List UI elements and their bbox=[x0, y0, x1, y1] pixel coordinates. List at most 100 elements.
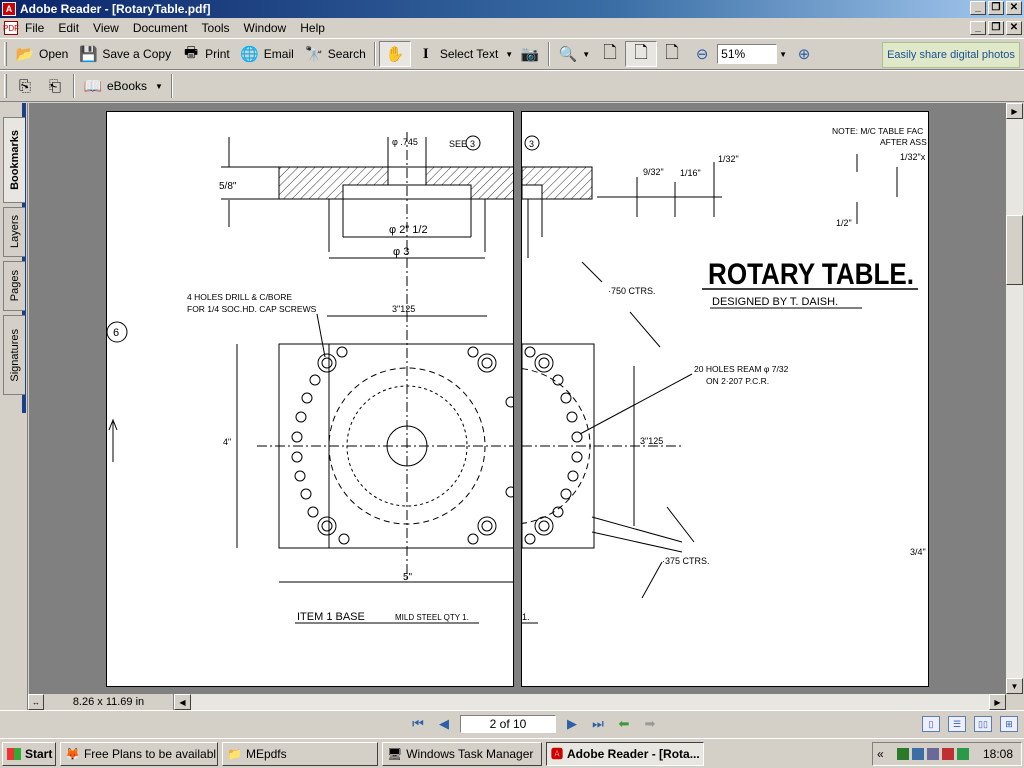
actual-size-button[interactable]: 🗋 bbox=[595, 41, 625, 67]
tab-signatures[interactable]: Signatures bbox=[3, 315, 25, 395]
fit-page-button[interactable]: 🗋 bbox=[625, 41, 658, 67]
taskbar-mepdfs[interactable]: 📁 MEpdfs bbox=[222, 741, 378, 766]
holes-ream-line1: 20 HOLES REAM φ 7/32 bbox=[694, 364, 789, 374]
menu-help[interactable]: Help bbox=[293, 21, 332, 35]
toolbar-grip[interactable] bbox=[4, 74, 7, 98]
clock: 18:08 bbox=[982, 747, 1013, 761]
minimize-button[interactable]: _ bbox=[970, 1, 986, 15]
go-back-icon[interactable]: ⬅ bbox=[614, 715, 634, 733]
doc-restore-button[interactable]: ❐ bbox=[988, 21, 1004, 35]
fit-width-button[interactable]: 🗋 bbox=[657, 41, 687, 67]
see-ref-number-2: 3 bbox=[529, 139, 534, 149]
zoom-level-input[interactable]: 51% bbox=[717, 44, 778, 64]
save-copy-button[interactable]: 💾 Save a Copy bbox=[73, 41, 176, 67]
taskbar-firefox[interactable]: 🦊 Free Plans to be availabl... bbox=[60, 741, 218, 766]
tray-network-icon[interactable] bbox=[912, 748, 925, 760]
rotate-right-button[interactable]: ⎗ bbox=[40, 73, 70, 99]
tray-volume-icon[interactable] bbox=[927, 748, 940, 760]
zoom-dropdown[interactable]: ▼ bbox=[777, 41, 789, 67]
firefox-icon: 🦊 bbox=[65, 746, 80, 761]
start-button[interactable]: Start bbox=[2, 741, 56, 766]
tray-app-icon[interactable] bbox=[897, 748, 910, 760]
tab-pages[interactable]: Pages bbox=[3, 261, 25, 311]
holes-ream-line2: ON 2·207 P.C.R. bbox=[706, 376, 769, 386]
split-handle[interactable]: ↔ bbox=[28, 694, 44, 710]
rotate-left-button[interactable]: ⎘ bbox=[10, 73, 40, 99]
zoom-in-button[interactable]: ⊕ bbox=[789, 41, 819, 67]
document-view[interactable]: φ .745 SEE 3 5/8" φ 2" 1/2 φ 3 4 HOLES D… bbox=[29, 103, 1006, 694]
tray-sync-icon[interactable] bbox=[957, 748, 970, 760]
tab-layers[interactable]: Layers bbox=[3, 207, 25, 257]
taskbar-task-manager[interactable]: 🖥 Windows Task Manager bbox=[382, 741, 542, 766]
facing-icon[interactable]: ▯▯ bbox=[974, 716, 992, 732]
previous-page-button[interactable]: ◀ bbox=[434, 715, 454, 733]
ad-banner[interactable]: Easily share digital photos bbox=[882, 42, 1020, 68]
menu-view[interactable]: View bbox=[86, 21, 126, 35]
first-page-button[interactable]: ⏮ bbox=[408, 715, 428, 733]
toolbar-separator bbox=[548, 42, 551, 66]
dim-1-16: 1/16" bbox=[680, 168, 701, 178]
nav-pane-expand-button[interactable]: ▶ bbox=[1006, 103, 1023, 119]
windows-logo-icon bbox=[7, 747, 21, 760]
plus-circle-icon: ⊕ bbox=[797, 46, 811, 63]
toolbar-grip[interactable] bbox=[4, 42, 7, 66]
scroll-right-button[interactable]: ▶ bbox=[989, 694, 1006, 710]
last-page-button[interactable]: ⏭ bbox=[588, 715, 608, 733]
continuous-icon[interactable]: ☰ bbox=[948, 716, 966, 732]
go-forward-icon[interactable]: ➡ bbox=[640, 715, 660, 733]
scroll-down-button[interactable]: ▼ bbox=[1006, 678, 1023, 694]
search-button[interactable]: 🔭 Search bbox=[299, 41, 371, 67]
menu-file[interactable]: File bbox=[18, 21, 51, 35]
vertical-scroll-thumb[interactable] bbox=[1006, 215, 1023, 285]
restore-button[interactable]: ❐ bbox=[988, 1, 1004, 15]
hand-icon: ✋ bbox=[385, 46, 405, 63]
tab-bookmarks[interactable]: Bookmarks bbox=[3, 117, 25, 203]
tray-expand-button[interactable]: « bbox=[877, 747, 884, 761]
see-ref-number: 3 bbox=[470, 139, 475, 149]
menu-edit[interactable]: Edit bbox=[51, 21, 86, 35]
menu-document[interactable]: Document bbox=[126, 21, 195, 35]
zoom-out-button[interactable]: ⊖ bbox=[687, 41, 717, 67]
doc-close-button[interactable]: ✕ bbox=[1006, 21, 1022, 35]
see-note: SEE bbox=[449, 139, 467, 149]
minus-circle-icon: ⊖ bbox=[695, 46, 709, 63]
menu-tools[interactable]: Tools bbox=[195, 21, 237, 35]
camera-icon: 📷 bbox=[520, 46, 540, 63]
scroll-left-button[interactable]: ◀ bbox=[174, 694, 191, 710]
next-page-button[interactable]: ▶ bbox=[562, 715, 582, 733]
status-bar: ⏮ ◀ 2 of 10 ▶ ⏭ ⬅ ➡ ▯ ☰ ▯▯ ⊞ bbox=[0, 710, 1024, 738]
snapshot-tool-button[interactable]: 📷 bbox=[515, 41, 545, 67]
page-number-input[interactable]: 2 of 10 bbox=[460, 715, 556, 733]
secondary-toolbar: ⎘ ⎗ 📖 eBooks ▼ bbox=[0, 70, 1024, 102]
open-button[interactable]: 📂 Open bbox=[10, 41, 73, 67]
continuous-facing-icon[interactable]: ⊞ bbox=[1000, 716, 1018, 732]
doc-minimize-button[interactable]: _ bbox=[970, 21, 986, 35]
centers-375: ·375 CTRS. bbox=[662, 556, 710, 566]
single-page-icon[interactable]: ▯ bbox=[922, 716, 940, 732]
navigation-pane: Bookmarks Layers Pages Signatures bbox=[0, 103, 28, 711]
zoom-in-tool-button[interactable]: 🔍 ▼ bbox=[553, 41, 595, 67]
select-text-dropdown[interactable]: ▼ bbox=[503, 41, 515, 67]
document-icon[interactable]: PDF bbox=[3, 21, 19, 35]
dim-745: φ .745 bbox=[392, 137, 418, 147]
pdf-page-2[interactable]: 3 NOTE: M/C TABLE FAC AFTER ASS 9/32" 1/… bbox=[521, 111, 929, 687]
dim-two-half: φ 2" 1/2 bbox=[389, 224, 428, 236]
pdf-page-1[interactable]: φ .745 SEE 3 5/8" φ 2" 1/2 φ 3 4 HOLES D… bbox=[106, 111, 514, 687]
adobe-reader-icon: 🅰 bbox=[551, 747, 564, 761]
ebooks-button[interactable]: 📖 eBooks ▼ bbox=[78, 73, 168, 99]
email-button[interactable]: 🌐 Email bbox=[235, 41, 299, 67]
menu-window[interactable]: Window bbox=[237, 21, 294, 35]
taskbar-adobe-reader[interactable]: 🅰 Adobe Reader - [Rota... bbox=[546, 741, 704, 766]
item-circle-number: 6 bbox=[113, 327, 119, 339]
print-button[interactable]: 🖶 Print bbox=[176, 41, 235, 67]
tray-security-icon[interactable] bbox=[942, 748, 955, 760]
holes-note-line1: 4 HOLES DRILL & C/BORE bbox=[187, 292, 292, 302]
select-text-button[interactable]: I Select Text bbox=[411, 41, 503, 67]
hand-tool-button[interactable]: ✋ bbox=[378, 41, 411, 67]
email-globe-icon: 🌐 bbox=[240, 46, 260, 63]
horizontal-scrollbar[interactable]: ↔ 8.26 x 11.69 in ◀ ▶ bbox=[28, 694, 1006, 710]
dim-four: 4" bbox=[223, 437, 231, 447]
toolbar-separator bbox=[73, 74, 75, 98]
vertical-scrollbar[interactable]: ▲ ▼ bbox=[1006, 103, 1023, 694]
close-button[interactable]: ✕ bbox=[1006, 1, 1022, 15]
